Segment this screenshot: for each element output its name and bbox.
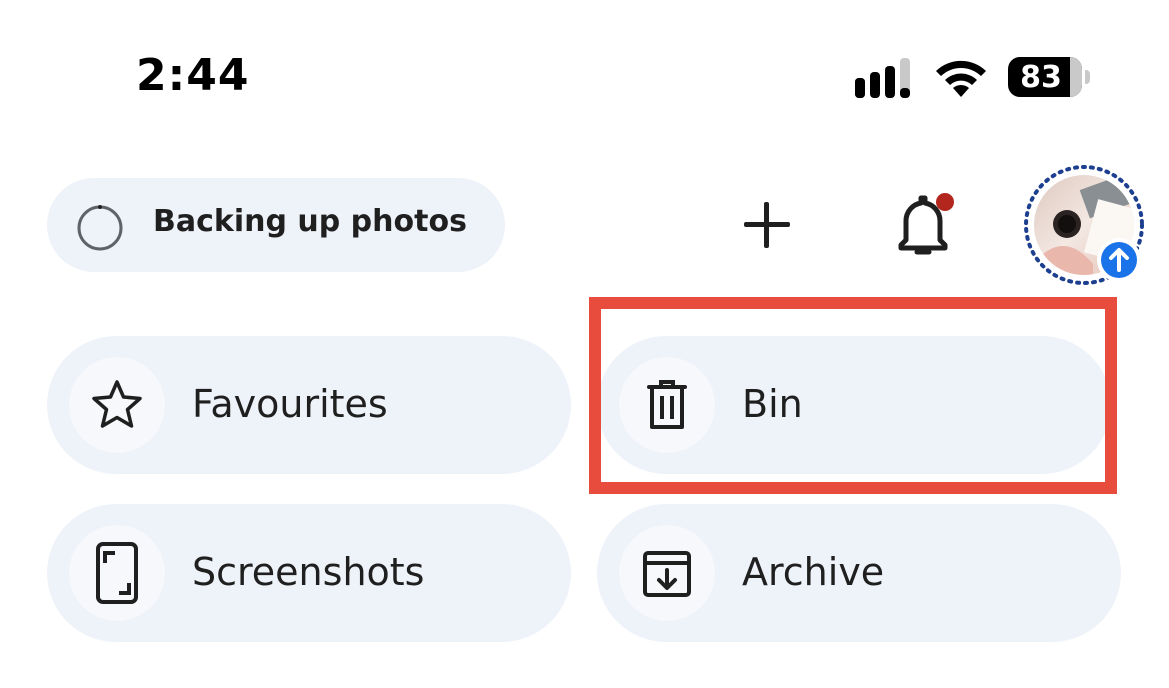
- archive-tile[interactable]: Archive: [597, 504, 1121, 642]
- screenshots-label: Screenshots: [192, 550, 425, 594]
- wifi-icon: [936, 60, 986, 97]
- cellular-signal-icon: [855, 58, 910, 98]
- archive-icon: [643, 551, 691, 597]
- loading-spinner-icon: [77, 205, 123, 251]
- avatar[interactable]: [1023, 164, 1145, 286]
- battery-tip: [1085, 70, 1090, 84]
- backup-status-label: Backing up photos: [153, 204, 467, 239]
- highlight-box: [589, 297, 1117, 494]
- upload-badge: [1097, 238, 1141, 282]
- screenshots-tile[interactable]: Screenshots: [47, 504, 571, 642]
- status-time: 2:44: [136, 50, 250, 101]
- status-bar: 2:44 83: [0, 0, 1169, 150]
- screenshots-icon-container: [69, 525, 165, 621]
- notifications-button[interactable]: [888, 190, 958, 260]
- favourites-tile[interactable]: Favourites: [47, 336, 571, 474]
- battery-icon: 83: [1008, 57, 1082, 97]
- star-icon: [92, 380, 142, 428]
- screenshot-icon: [96, 542, 138, 604]
- notification-dot: [936, 193, 954, 211]
- battery-percent: 83: [1020, 59, 1062, 95]
- add-button[interactable]: [738, 196, 796, 254]
- archive-label: Archive: [742, 550, 885, 594]
- favourites-icon-container: [69, 357, 165, 453]
- archive-icon-container: [619, 525, 715, 621]
- favourites-label: Favourites: [192, 382, 388, 426]
